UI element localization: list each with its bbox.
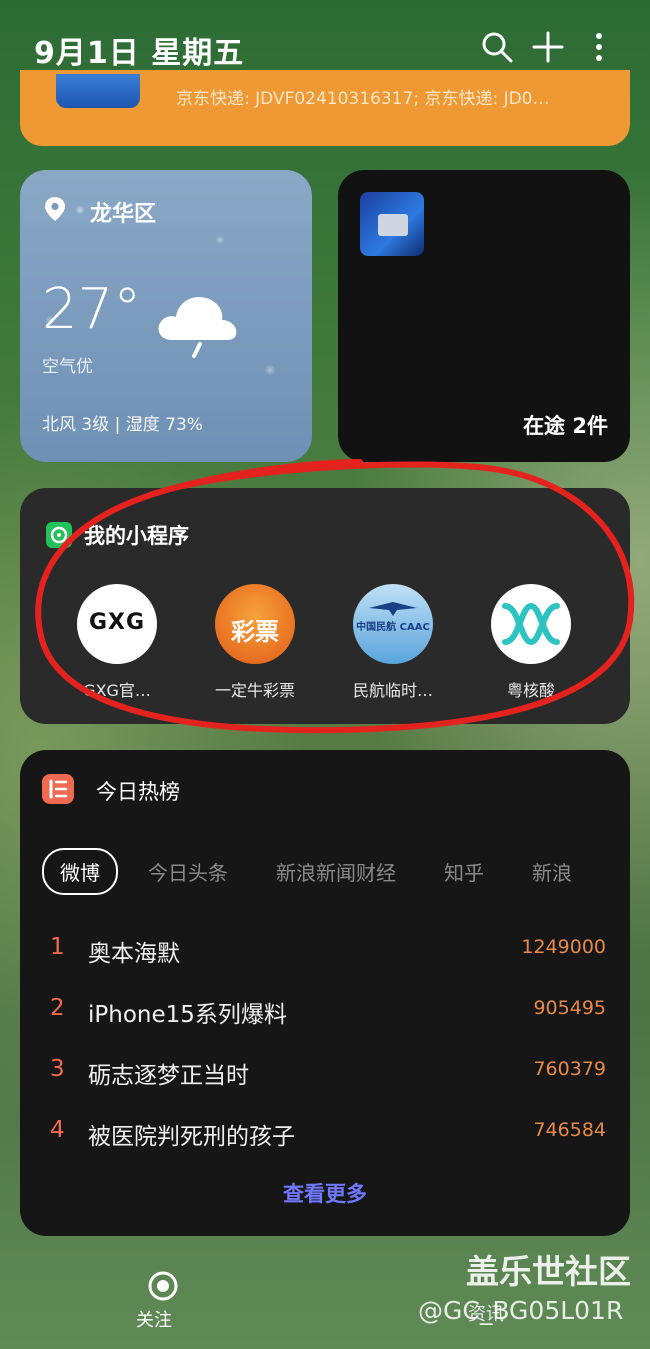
temperature: 27° [42,277,142,342]
district-name: 龙华区 [90,202,157,227]
delivery-status: 在途 2件 [523,414,608,438]
wind-humidity: 北风 3级 | 湿度 73% [42,415,203,435]
tab-zhihu[interactable]: 知乎 [444,857,484,886]
cloudy-rain-icon [158,296,237,358]
rank-number: 2 [50,995,65,1021]
hot-list-row[interactable]: 4 被医院判死刑的孩子 746584 [50,1117,606,1157]
rank-number: 1 [50,934,65,960]
hot-list-card: 今日热榜 微博 今日头条 新浪新闻财经 知乎 新浪 1 奥本海默 1249000 2 i… [20,750,630,1236]
express-tracking-text: 京东快递: JDVF02410316317; 京东快递: JD0… [176,89,550,109]
watermark-user: @GC_BG05L01R [418,1296,624,1325]
annotation-circle [35,459,635,734]
search-icon[interactable] [480,30,514,64]
weather-widget[interactable]: 龙华区 27° 空气优 北风 3级 | 湿度 73% [20,170,312,462]
package-image [56,74,140,108]
follow-icon[interactable] [140,1270,186,1302]
hot-topic-title: iPhone15系列爆料 [88,1002,287,1028]
plus-icon[interactable] [531,30,565,64]
hot-list-icon [42,774,74,804]
air-quality: 空气优 [42,357,93,377]
hot-list-row[interactable]: 2 iPhone15系列爆料 905495 [50,995,606,1035]
hot-count: 746584 [533,1119,606,1141]
location-pin-icon [45,197,65,221]
tab-weibo[interactable]: 微博 [42,848,118,895]
rank-number: 3 [50,1056,65,1082]
hot-count: 760379 [533,1058,606,1080]
hot-count: 1249000 [521,936,606,958]
see-more-link[interactable]: 查看更多 [20,1178,630,1208]
hot-list-tabs: 微博 今日头条 新浪新闻财经 知乎 新浪 [42,848,630,896]
package-thumbnail [360,192,424,256]
hot-topic-title: 被医院判死刑的孩子 [88,1124,295,1150]
tab-sina[interactable]: 新浪 [532,857,572,886]
hot-topic-title: 奥本海默 [88,941,180,967]
watermark-community: 盖乐世社区 [466,1252,631,1291]
more-vertical-icon[interactable] [582,30,616,64]
hot-topic-title: 砺志逐梦正当时 [88,1063,249,1089]
tab-sina-finance[interactable]: 新浪新闻财经 [276,857,396,886]
tab-toutiao[interactable]: 今日头条 [148,857,228,886]
date-label: 9月1日 星期五 [34,36,245,71]
delivery-widget[interactable]: 在途 2件 [338,170,630,462]
nav-follow-label[interactable]: 关注 [136,1306,172,1332]
hot-list-row[interactable]: 3 砺志逐梦正当时 760379 [50,1056,606,1096]
hot-list-row[interactable]: 1 奥本海默 1249000 [50,934,606,974]
rank-number: 4 [50,1117,65,1143]
express-card[interactable]: 京东快递: JDVF02410316317; 京东快递: JD0… [20,70,630,146]
hot-count: 905495 [533,997,606,1019]
hot-list-title: 今日热榜 [96,780,180,804]
